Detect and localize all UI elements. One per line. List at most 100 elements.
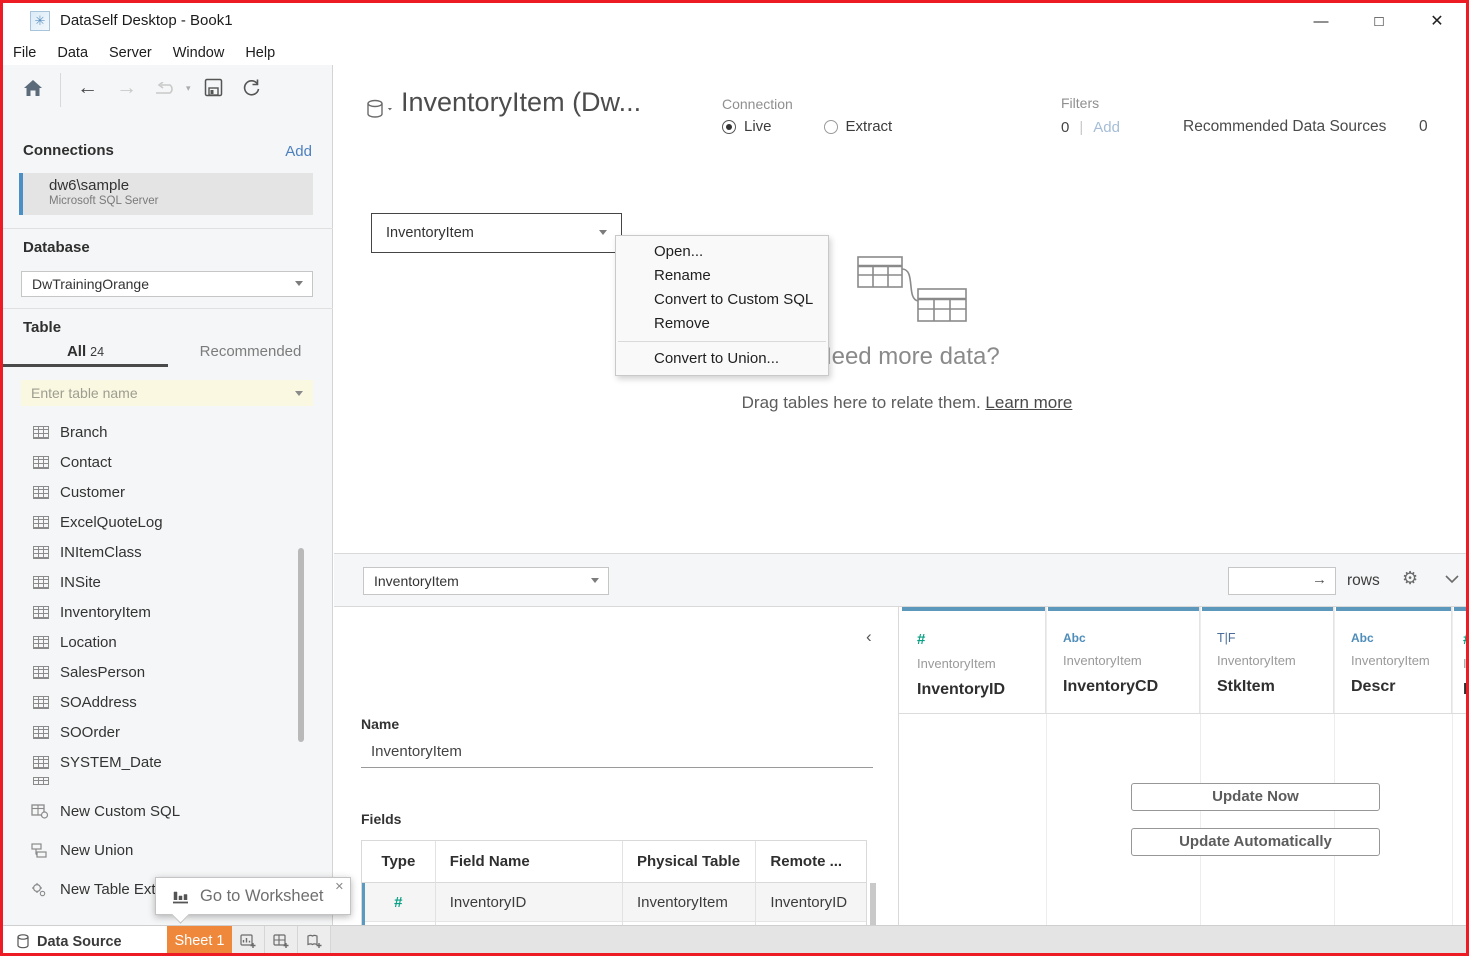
numeric-type-icon: #	[917, 631, 1045, 648]
grid-column[interactable]: Abc InventoryItem InventoryCD	[1047, 607, 1201, 925]
radio-extract[interactable]: Extract	[824, 118, 893, 135]
col-physical-table[interactable]: Physical Table	[623, 841, 756, 883]
update-now-button[interactable]: Update Now	[1131, 783, 1380, 811]
table-list-item[interactable]: SOAddress	[3, 687, 333, 717]
menu-item-remove[interactable]: Remove	[616, 312, 828, 336]
new-worksheet-button[interactable]	[232, 926, 265, 956]
grid-column[interactable]: # InventoryItem InventoryID	[901, 607, 1047, 925]
tab-recommended[interactable]: Recommended	[168, 341, 333, 367]
close-button[interactable]: ✕	[1422, 9, 1452, 35]
col-field-name[interactable]: Field Name	[436, 841, 623, 883]
fields-table-header: Type Field Name Physical Table Remote ..…	[362, 841, 866, 883]
connection-type: Microsoft SQL Server	[49, 195, 313, 207]
caret-down-icon[interactable]	[295, 391, 303, 396]
database-icon	[17, 934, 29, 949]
table-list-item[interactable]: SYSTEM_Date	[3, 747, 333, 777]
grid-column-header[interactable]: # Inve Ite	[1453, 607, 1469, 713]
arrow-right-icon[interactable]: →	[1312, 571, 1327, 588]
redo-caret-icon[interactable]: ▾	[186, 83, 191, 94]
tab-sheet-1[interactable]: Sheet 1	[167, 926, 232, 956]
table-list-item[interactable]: INSite	[3, 567, 333, 597]
gear-icon[interactable]: ⚙	[1402, 568, 1418, 589]
menu-server[interactable]: Server	[109, 45, 152, 61]
grid-column-header[interactable]: T|F InventoryItem StkItem	[1201, 607, 1334, 713]
new-story-button[interactable]	[298, 926, 331, 956]
name-field[interactable]: InventoryItem	[371, 743, 462, 760]
datasource-database-icon[interactable]	[365, 99, 395, 121]
table-list-item[interactable]: Customer	[3, 477, 333, 507]
grid-column-clipped[interactable]: # Inve Ite	[1453, 607, 1469, 925]
menu-data[interactable]: Data	[57, 45, 88, 61]
menu-window[interactable]: Window	[173, 45, 225, 61]
name-field-underline	[361, 767, 873, 768]
table-node-inventoryitem[interactable]: InventoryItem	[371, 213, 622, 253]
new-union[interactable]: New Union	[3, 835, 333, 865]
forward-icon[interactable]: →	[116, 76, 137, 100]
table-list-item[interactable]: InventoryItem	[3, 597, 333, 627]
tooltip-close-icon[interactable]: ✕	[335, 880, 344, 893]
save-icon[interactable]	[204, 78, 223, 97]
app-logo-icon: ✳	[30, 11, 50, 31]
grid-column[interactable]: T|F InventoryItem StkItem	[1201, 607, 1335, 925]
caret-down-icon[interactable]	[599, 230, 607, 235]
table-list-item[interactable]: SOOrder	[3, 717, 333, 747]
grid-column-header[interactable]: Abc InventoryItem InventoryCD	[1047, 607, 1200, 713]
menu-file[interactable]: File	[13, 45, 36, 61]
filters-count: 0	[1061, 119, 1069, 136]
radio-live[interactable]: Live	[722, 118, 772, 135]
grid-column-header[interactable]: Abc InventoryItem Descr	[1335, 607, 1452, 713]
recommended-data-sources-label[interactable]: Recommended Data Sources	[1183, 118, 1386, 136]
redo-icon[interactable]	[153, 82, 179, 96]
radio-extract-dot[interactable]	[824, 120, 838, 134]
home-icon[interactable]	[22, 77, 44, 99]
tab-data-source[interactable]: Data Source	[3, 926, 167, 956]
table-list-item[interactable]: Location	[3, 627, 333, 657]
table-search-input[interactable]: Enter table name	[21, 380, 313, 406]
learn-more-link[interactable]: Learn more	[985, 393, 1072, 412]
filters-add-link[interactable]: Add	[1093, 119, 1120, 136]
go-to-worksheet-tooltip[interactable]: Go to Worksheet ✕	[155, 877, 351, 915]
grid-column[interactable]: Abc InventoryItem Descr	[1335, 607, 1453, 925]
menu-help[interactable]: Help	[245, 45, 275, 61]
maximize-button[interactable]: □	[1364, 9, 1394, 35]
radio-live-dot[interactable]	[722, 120, 736, 134]
table-name: SalesPerson	[60, 664, 145, 681]
new-custom-sql[interactable]: New Custom SQL	[3, 796, 333, 826]
table-selector[interactable]: InventoryItem	[363, 567, 609, 595]
collapse-panel-icon[interactable]: ‹	[866, 627, 872, 647]
rows-count-input[interactable]: →	[1228, 567, 1336, 595]
col-remote[interactable]: Remote ...	[756, 841, 866, 883]
new-table-extension-label: New Table Exte	[60, 881, 164, 898]
table-icon	[33, 516, 49, 529]
table-list-item[interactable]: Branch	[3, 417, 333, 447]
table-list-scrollbar[interactable]	[298, 548, 304, 742]
datasource-title[interactable]: InventoryItem (Dw...	[401, 87, 641, 118]
grid-column-header[interactable]: # InventoryItem InventoryID	[901, 607, 1046, 713]
table-name: SOAddress	[60, 694, 137, 711]
refresh-icon[interactable]	[241, 77, 262, 98]
add-connection-link[interactable]: Add	[285, 143, 312, 160]
table-icon	[33, 486, 49, 499]
database-select[interactable]: DwTrainingOrange	[21, 271, 313, 297]
update-automatically-button[interactable]: Update Automatically	[1131, 828, 1380, 856]
tab-all[interactable]: All24	[3, 341, 168, 367]
grid-table-name: InventoryItem	[1351, 653, 1451, 668]
col-type[interactable]: Type	[362, 841, 436, 883]
minimize-button[interactable]: —	[1306, 9, 1336, 35]
table-list-item[interactable]: Contact	[3, 447, 333, 477]
menu-item-open[interactable]: Open...	[616, 240, 828, 264]
sidebar: ← → ▾ Connections Add dw6\sample Microso…	[3, 65, 333, 925]
new-dashboard-button[interactable]	[265, 926, 298, 956]
menu-item-convert-custom-sql[interactable]: Convert to Custom SQL	[616, 288, 828, 312]
menu-item-rename[interactable]: Rename	[616, 264, 828, 288]
chevron-down-icon[interactable]	[1444, 574, 1460, 584]
connection-item[interactable]: dw6\sample Microsoft SQL Server	[19, 173, 313, 215]
table-list-item[interactable]: SalesPerson	[3, 657, 333, 687]
table-list-item[interactable]: INItemClass	[3, 537, 333, 567]
field-row[interactable]: # InventoryID InventoryItem InventoryID	[362, 883, 866, 922]
caret-down-icon	[295, 281, 303, 286]
filters-divider: |	[1079, 119, 1083, 136]
back-icon[interactable]: ←	[77, 76, 98, 100]
menu-item-convert-union[interactable]: Convert to Union...	[616, 347, 828, 371]
table-list-item[interactable]: ExcelQuoteLog	[3, 507, 333, 537]
